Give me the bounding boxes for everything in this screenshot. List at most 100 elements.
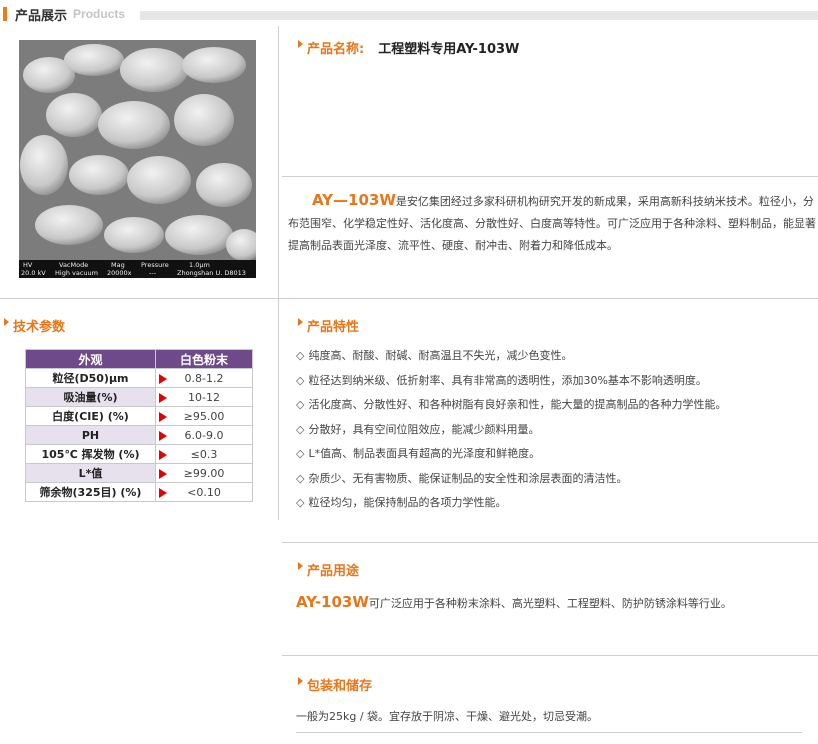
diamond-bullet-icon: ◇ xyxy=(296,422,305,436)
feature-text: 活化度高、分散性好、和各种树脂有良好亲和性，能大量的提高制品的各种力学性能。 xyxy=(308,398,727,411)
usage-title-row: 产品用途 xyxy=(298,560,359,579)
product-name-value: 工程塑料专用AY-103W xyxy=(378,42,520,57)
orange-arrow-icon xyxy=(298,317,303,326)
usage-brand: AY-103W xyxy=(296,593,369,611)
row-divider xyxy=(0,298,818,299)
description-brand: AY—103W xyxy=(312,191,396,209)
specs-header-value: 白色粉末 xyxy=(155,349,253,369)
table-row: 白度(CIE) (%) ≥95.00 xyxy=(25,406,253,426)
diamond-bullet-icon: ◇ xyxy=(296,496,305,509)
list-item: ◇ 粒径达到纳米级、低折射率、具有非常高的透明性，添加30%基本不影响透明度。 xyxy=(296,369,816,394)
features-divider xyxy=(282,542,818,543)
spec-value: <0.10 xyxy=(187,485,221,499)
usage-text-row: AY-103W可广泛应用于各种粉末涂料、高光塑料、工程塑料、防护防锈涂料等行业。 xyxy=(296,591,816,615)
header-marker xyxy=(3,7,7,21)
storage-title: 包装和储存 xyxy=(307,679,373,694)
hv-label: HV xyxy=(23,261,33,269)
spec-value: ≤0.3 xyxy=(190,447,218,461)
red-triangle-icon xyxy=(159,374,167,384)
red-triangle-icon xyxy=(159,431,167,441)
red-triangle-icon xyxy=(159,450,167,460)
table-row: PH 6.0-9.0 xyxy=(25,425,253,445)
red-triangle-icon xyxy=(159,412,167,422)
name-divider xyxy=(282,176,818,177)
diamond-bullet-icon: ◇ xyxy=(296,349,305,362)
header-title: 产品展示 xyxy=(15,8,68,24)
diamond-bullet-icon: ◇ xyxy=(296,373,305,387)
spec-key: 105℃ 挥发物 (%) xyxy=(25,444,156,464)
features-list: ◇ 纯度高、耐酸、耐碱、耐高温且不失光，减少色变性。 ◇ 粒径达到纳米级、低折射率、… xyxy=(296,344,816,516)
list-item: ◇ 杂质少、无有害物质、能保证制品的安全性和涂层表面的清洁性。 xyxy=(296,467,816,492)
column-divider xyxy=(278,26,279,520)
specs-table: 外观 白色粉末 粒径(D50)μm 0.8-1.2 吸油量(%) 10-12 白度(… xyxy=(25,349,253,502)
usage-text: 可广泛应用于各种粉末涂料、高光塑料、工程塑料、防护防锈涂料等行业。 xyxy=(368,597,732,610)
table-row: 吸油量(%) 10-12 xyxy=(25,387,253,407)
spec-key: 筛余物(325目) (%) xyxy=(25,482,156,502)
orange-arrow-icon xyxy=(298,676,303,685)
red-triangle-icon xyxy=(159,469,167,479)
list-item: ◇ 纯度高、耐酸、耐碱、耐高温且不失光，减少色变性。 xyxy=(296,344,816,369)
feature-text: 粒径均匀，能保持制品的各项力学性能。 xyxy=(308,496,507,509)
red-triangle-icon xyxy=(159,488,167,498)
feature-text: 纯度高、耐酸、耐碱、耐高温且不失光，减少色变性。 xyxy=(308,349,573,362)
feature-text: 分散好，具有空间位阻效应，能减少颜料用量。 xyxy=(308,422,540,436)
list-item: ◇ L*值高、制品表面具有超高的光泽度和鲜艳度。 xyxy=(296,442,816,467)
scale-bar-label: 1.0μm xyxy=(189,261,210,269)
spec-value: ≥99.00 xyxy=(183,466,225,480)
product-micrograph: HV 20.0 kV VacMode High vacuum Mag 20000… xyxy=(19,40,256,278)
table-row: 105℃ 挥发物 (%) ≤0.3 xyxy=(25,444,253,464)
header-subtitle: Products xyxy=(73,7,126,21)
spec-key: 白度(CIE) (%) xyxy=(25,406,156,426)
spec-key: 粒径(D50)μm xyxy=(25,368,156,388)
table-row: 粒径(D50)μm 0.8-1.2 xyxy=(25,368,253,388)
usage-divider xyxy=(282,655,818,656)
hv-value: 20.0 kV xyxy=(21,269,46,277)
feature-text: 粒径达到纳米级、低折射率、具有非常高的透明性，添加30%基本不影响透明度。 xyxy=(308,373,707,387)
specs-title: 技术参数 xyxy=(13,320,66,335)
specs-header-row: 外观 白色粉末 xyxy=(25,349,253,369)
table-row: 筛余物(325目) (%) <0.10 xyxy=(25,482,253,502)
pressure-label: Pressure xyxy=(141,261,169,269)
mode-value: High vacuum xyxy=(55,269,98,277)
list-item: ◇ 分散好，具有空间位阻效应，能减少颜料用量。 xyxy=(296,418,816,443)
features-title-row: 产品特性 xyxy=(298,316,359,335)
product-name-row: 产品名称: 工程塑料专用AY-103W xyxy=(298,38,519,57)
spec-key: PH xyxy=(25,425,156,445)
mode-label: VacMode xyxy=(59,261,89,269)
section-header: 产品展示 Products xyxy=(0,4,125,24)
orange-arrow-icon xyxy=(298,561,303,570)
diamond-bullet-icon: ◇ xyxy=(296,471,305,485)
product-name-label: 产品名称: xyxy=(307,42,365,57)
storage-title-row: 包装和储存 xyxy=(298,675,372,694)
micrograph-graphic xyxy=(19,40,256,278)
spec-value: 10-12 xyxy=(188,390,220,404)
diamond-bullet-icon: ◇ xyxy=(296,398,305,411)
specs-header-key: 外观 xyxy=(25,349,156,369)
spec-value: ≥95.00 xyxy=(183,409,225,423)
usage-title: 产品用途 xyxy=(307,564,360,579)
micrograph-databar: HV 20.0 kV VacMode High vacuum Mag 20000… xyxy=(19,260,256,278)
features-title: 产品特性 xyxy=(307,320,360,335)
orange-arrow-icon xyxy=(4,317,9,326)
list-item: ◇ 活化度高、分散性好、和各种树脂有良好亲和性，能大量的提高制品的各种力学性能。 xyxy=(296,393,816,418)
orange-arrow-icon xyxy=(298,39,303,48)
feature-text: 杂质少、无有害物质、能保证制品的安全性和涂层表面的清洁性。 xyxy=(308,471,628,485)
table-row: L*值 ≥99.00 xyxy=(25,463,253,483)
mag-label: Mag xyxy=(111,261,125,269)
spec-value: 0.8-1.2 xyxy=(184,371,224,385)
header-rule xyxy=(140,11,818,20)
spec-key: L*值 xyxy=(25,463,156,483)
storage-text: 一般为25kg / 袋。宜存放于阴凉、干燥、避光处，切忌受潮。 xyxy=(296,710,599,723)
list-item: ◇ 粒径均匀，能保持制品的各项力学性能。 xyxy=(296,491,816,516)
mag-value: 20000x xyxy=(107,269,132,277)
storage-divider xyxy=(296,732,802,733)
spec-value: 6.0-9.0 xyxy=(184,428,224,442)
product-description: AY—103W是安亿集团经过多家科研机构研究开发的新成果，采用高新科技纳米技术。… xyxy=(288,189,816,257)
diamond-bullet-icon: ◇ xyxy=(296,447,305,460)
red-triangle-icon xyxy=(159,393,167,403)
specs-title-row: 技术参数 xyxy=(4,316,65,335)
site-label: Zhongshan U. D8013 xyxy=(177,269,246,277)
spec-key: 吸油量(%) xyxy=(25,387,156,407)
feature-text: L*值高、制品表面具有超高的光泽度和鲜艳度。 xyxy=(308,447,541,460)
pressure-value: --- xyxy=(149,269,157,277)
